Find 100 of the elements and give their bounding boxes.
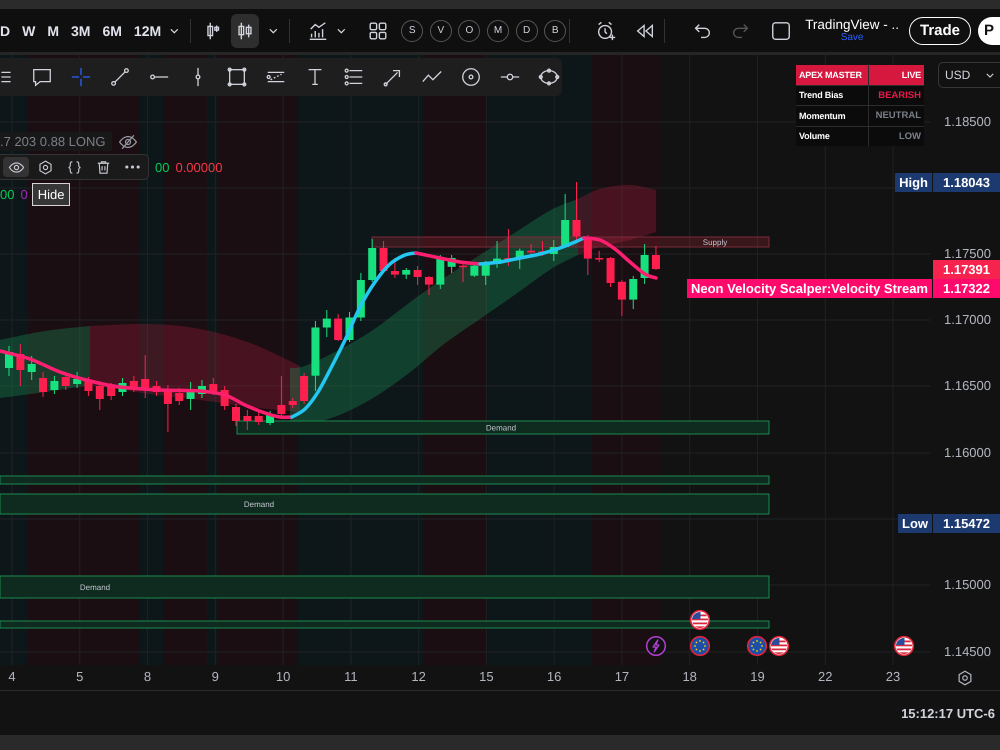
candlestick xyxy=(300,372,308,404)
profile-button[interactable]: P xyxy=(978,16,1000,44)
interval-button[interactable]: D xyxy=(0,16,16,44)
status-value: LOW xyxy=(898,130,921,142)
table-cell: Trend Bias xyxy=(796,86,868,105)
candlestick xyxy=(209,378,218,396)
layout-grid-icon[interactable] xyxy=(367,20,390,42)
zone-label: Demand xyxy=(80,583,110,592)
candlestick xyxy=(414,266,422,286)
time-axis-label: 10 xyxy=(276,669,290,685)
indicator-action-button[interactable] xyxy=(3,157,29,177)
us-flag-icon[interactable] xyxy=(690,610,710,630)
candlestick xyxy=(164,384,172,432)
trend-line-icon[interactable] xyxy=(109,66,131,88)
candlestick xyxy=(118,378,126,396)
price-axis-label: 1.16000 xyxy=(944,444,991,462)
lightning-icon[interactable] xyxy=(646,636,666,656)
candlestick xyxy=(493,240,502,268)
candlestick xyxy=(629,276,638,310)
candlestick xyxy=(356,272,365,322)
candlestick xyxy=(266,410,274,426)
candlestick xyxy=(277,376,286,416)
interval-button[interactable]: 12M xyxy=(128,16,168,44)
chart-style-button[interactable] xyxy=(231,14,259,48)
price-marker-value: 1.18043 xyxy=(933,173,1000,192)
candlestick xyxy=(96,380,104,410)
price-marker-label: Neon Velocity Scalper:Velocity Stream xyxy=(687,279,932,298)
time-axis-label: 9 xyxy=(212,669,219,685)
zone-label: Demand xyxy=(486,424,516,432)
indicator-values: .7 203 0.88 LONG xyxy=(0,132,112,151)
candlestick xyxy=(380,240,388,272)
price-marker-label: High xyxy=(895,173,932,192)
tooltip: Hide xyxy=(32,183,70,206)
candlestick xyxy=(436,254,444,290)
candlestick xyxy=(516,248,524,270)
layout-title[interactable]: TradingView - .. xyxy=(805,18,899,32)
candlestick xyxy=(5,346,13,376)
square-icon[interactable] xyxy=(770,20,792,42)
candlestick xyxy=(504,228,512,266)
clock-text: 15:12:17 UTC-6 xyxy=(901,706,995,720)
ellipse-icon[interactable] xyxy=(538,66,560,88)
us-flag-icon[interactable] xyxy=(894,636,914,656)
fib-levels-icon[interactable] xyxy=(343,66,365,88)
candlestick xyxy=(243,410,252,430)
caret-icon xyxy=(986,72,994,78)
candlestick xyxy=(84,376,92,396)
price-marker-label: Low xyxy=(898,514,932,533)
currency-dropdown[interactable]: USD xyxy=(938,62,1000,88)
caret-icon[interactable] xyxy=(170,28,179,34)
eu-flag-icon[interactable] xyxy=(746,636,768,656)
settings-icon[interactable] xyxy=(956,668,974,686)
more-icon xyxy=(124,164,140,170)
interval-button[interactable]: 3M xyxy=(65,16,96,44)
candlestick xyxy=(595,250,604,262)
time-axis-label: 23 xyxy=(886,669,900,685)
candlestick xyxy=(390,258,399,278)
eu-flag-icon[interactable] xyxy=(690,636,710,656)
quick-button[interactable]: B xyxy=(544,20,566,42)
circle-icon[interactable] xyxy=(460,66,482,88)
quick-button[interactable]: S xyxy=(401,20,424,42)
rectangle-icon[interactable] xyxy=(226,66,248,88)
price-axis-label: 1.14500 xyxy=(944,643,991,661)
candlestick xyxy=(459,262,467,282)
candlestick xyxy=(618,280,626,316)
quick-button[interactable]: D xyxy=(516,20,538,42)
quick-button[interactable]: O xyxy=(458,20,480,42)
price-marker-value: 1.15472 xyxy=(933,514,1000,533)
indicator-value: 0 xyxy=(20,187,28,202)
braces-icon xyxy=(66,158,82,176)
price-axis-label: 1.18500 xyxy=(944,113,991,131)
candlestick xyxy=(561,194,570,248)
trade-button[interactable]: Trade xyxy=(908,16,972,44)
interval-button[interactable]: 6M xyxy=(96,16,128,44)
price-axis-label: 1.15000 xyxy=(944,576,991,594)
caret-icon[interactable] xyxy=(336,28,346,34)
interval-button[interactable]: W xyxy=(16,16,42,44)
table-cell: Volume xyxy=(796,126,868,146)
quick-button[interactable]: V xyxy=(430,20,452,42)
time-axis-label: 16 xyxy=(546,669,562,685)
candlestick xyxy=(130,376,138,392)
candlestick xyxy=(186,382,195,410)
crosshair-icon[interactable] xyxy=(70,66,92,88)
speech-bubble-icon[interactable] xyxy=(31,66,53,88)
candlestick xyxy=(198,380,206,398)
candlestick xyxy=(550,240,558,262)
table-title: APEX MASTER xyxy=(796,65,868,84)
candlestick xyxy=(232,404,240,426)
time-axis-label: 8 xyxy=(144,669,152,685)
interval-button[interactable]: M xyxy=(41,16,66,44)
alarm-clock-icon[interactable] xyxy=(595,20,618,42)
candlestick xyxy=(73,372,82,388)
save-link[interactable]: Save xyxy=(840,33,864,44)
candlestick xyxy=(50,376,58,394)
caret-icon[interactable] xyxy=(268,28,278,34)
candlestick xyxy=(141,354,150,398)
time-axis-label: 15 xyxy=(479,669,494,685)
candlestick xyxy=(220,386,229,410)
candlestick xyxy=(424,276,433,296)
us-flag-icon[interactable] xyxy=(768,636,790,656)
quick-button[interactable]: M xyxy=(487,20,509,42)
